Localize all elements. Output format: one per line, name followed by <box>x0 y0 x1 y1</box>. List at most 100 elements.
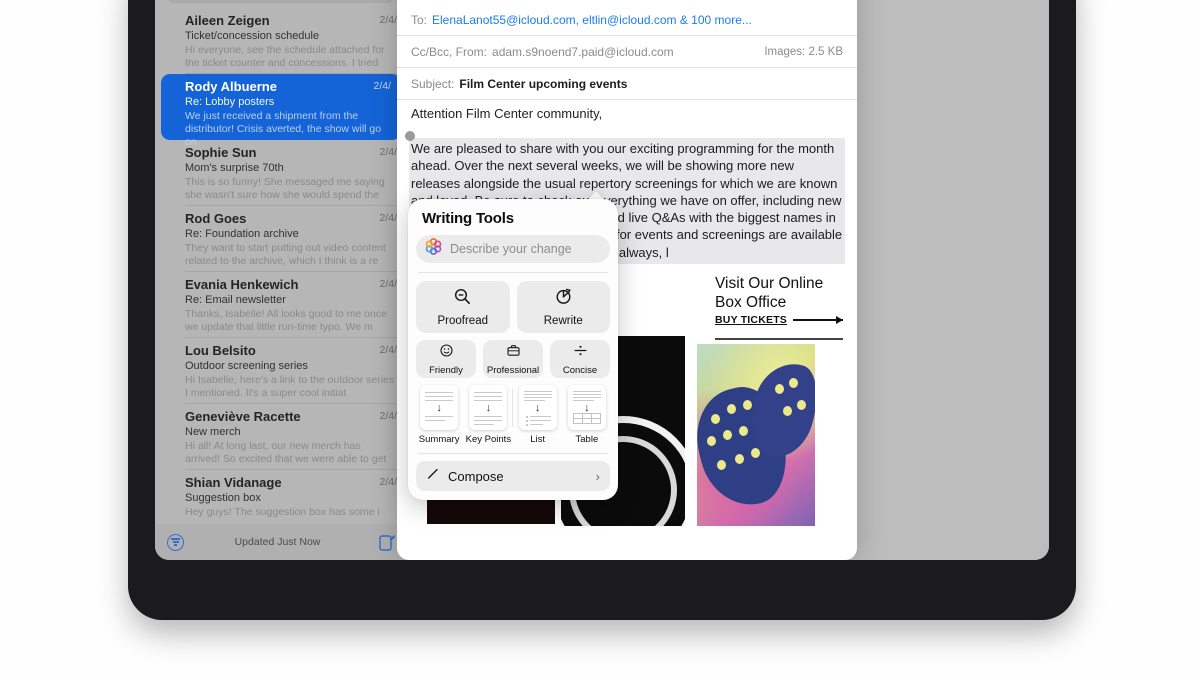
concise-label: Concise <box>562 364 598 376</box>
message-sender: Lou Belsito <box>185 343 256 358</box>
images-size: 2.5 KB <box>808 45 843 58</box>
list-item[interactable]: Sophie Sun 2/4/Mom's surprise 70th This is… <box>155 140 407 206</box>
message-subject: Mom's surprise 70th <box>185 162 284 174</box>
message-preview: Hey guys! The suggestion box has some i <box>185 506 380 518</box>
rewrite-button[interactable]: Rewrite <box>516 281 610 333</box>
describe-change-placeholder: Describe your change <box>450 242 572 256</box>
list-item[interactable]: Evania Henkewich 2/4/Re: Email newsletter… <box>155 272 407 338</box>
magnifier-minus-icon <box>453 287 472 311</box>
message-rows: Aileen Zeigen 2/4/Ticket/concession sched… <box>155 8 407 536</box>
message-preview: Hi all! At long last, our new merch has … <box>185 440 387 465</box>
message-subject: Re: Email newsletter <box>185 294 286 306</box>
list-document-icon: ↓ <box>518 385 557 430</box>
home-indicator <box>487 547 717 552</box>
message-date: 2/4/ <box>379 476 397 488</box>
images-size-label: Images: 2.5 KB <box>764 46 843 58</box>
key-points-button[interactable]: ↓ Key Points <box>465 385 511 445</box>
division-sign-icon <box>573 343 588 363</box>
message-preview: This is so funny! She messaged me saying… <box>185 176 385 201</box>
summary-label: Summary <box>418 434 460 445</box>
sync-status-text: Updated Just Now <box>234 536 321 548</box>
writing-tools-title: Writing Tools <box>422 210 514 227</box>
briefcase-icon <box>506 343 521 363</box>
format-row: ↓ Summary ↓ Key Points ↓ List ↓ Table <box>416 385 610 445</box>
message-date: 2/4/ <box>379 212 397 224</box>
message-date: 2/4/ <box>379 14 397 26</box>
divider <box>715 338 843 340</box>
compose-label: Compose <box>448 468 504 484</box>
ccbcc-from-field[interactable]: Cc/Bcc, From: adam.s9noend7.paid@icloud.… <box>397 36 857 68</box>
message-sender: Sophie Sun <box>185 145 257 160</box>
message-subject: Outdoor screening series <box>185 360 308 372</box>
professional-button[interactable]: Professional <box>483 340 543 378</box>
buy-tickets-link[interactable]: BUY TICKETS <box>715 314 843 326</box>
message-sender: Geneviève Racette <box>185 409 301 424</box>
to-recipients: ElenaLanot55@icloud.com, eltlin@icloud.c… <box>432 12 752 27</box>
images-label: Images: <box>764 45 806 58</box>
apple-intelligence-icon <box>425 238 442 260</box>
subject-field[interactable]: Subject: Film Center upcoming events <box>397 68 857 100</box>
ipad-device-frame: Inbox ⚲ Search Aileen Zeigen2/4/Ticket/c… <box>128 0 1076 620</box>
message-sender: Rody Albuerne <box>185 79 277 94</box>
subject-value: Film Center upcoming events <box>459 76 628 91</box>
list-item[interactable]: Lou Belsito 2/4/Outdoor screening series H… <box>155 338 407 404</box>
message-preview: Hi Isabelle, here's a link to the outdoo… <box>185 374 395 399</box>
message-preview: They want to start putting out video con… <box>185 242 386 267</box>
ipad-screen: Inbox ⚲ Search Aileen Zeigen2/4/Ticket/c… <box>155 0 1049 560</box>
to-field[interactable]: To: ElenaLanot55@icloud.com, eltlin@iclo… <box>397 4 857 36</box>
message-date: 2/4/ <box>379 410 397 422</box>
to-label: To: <box>411 12 428 27</box>
subject-label: Subject: <box>411 76 455 91</box>
friendly-label: Friendly <box>429 364 463 376</box>
describe-change-input[interactable]: Describe your change <box>416 235 610 263</box>
screenshot-stage: Inbox ⚲ Search Aileen Zeigen2/4/Ticket/c… <box>0 0 1200 675</box>
friendly-button[interactable]: Friendly <box>416 340 476 378</box>
message-sender: Evania Henkewich <box>185 277 299 292</box>
rewrite-clock-icon <box>554 287 573 311</box>
list-item[interactable]: Rody Albuerne 2/4/Re: Lobby posters We jus… <box>161 74 401 148</box>
butterfly-poster <box>697 344 815 526</box>
list-label: List <box>530 434 546 445</box>
tone-row: Friendly Professional Concise <box>416 340 610 378</box>
divider <box>512 389 513 427</box>
email-greeting: Attention Film Center community, <box>411 106 603 121</box>
list-item[interactable]: Geneviève Racette 2/4/New merch Hi all! At… <box>155 404 407 470</box>
message-subject: Suggestion box <box>185 492 261 504</box>
arrow-right-icon <box>793 316 843 324</box>
message-subject: Re: Foundation archive <box>185 228 299 240</box>
concise-button[interactable]: Concise <box>550 340 610 378</box>
list-button[interactable]: ↓ List <box>515 385 561 445</box>
box-office-title: Visit Our Online Box Office <box>715 275 824 311</box>
new-message-icon[interactable] <box>379 533 395 551</box>
table-label: Table <box>575 434 599 445</box>
ccbcc-from-label: Cc/Bcc, From: <box>411 44 488 59</box>
search-input[interactable]: ⚲ Search <box>167 0 395 3</box>
proofread-button[interactable]: Proofread <box>416 281 510 333</box>
list-item[interactable]: Aileen Zeigen 2/4/Ticket/concession sched… <box>155 8 407 74</box>
message-sender: Aileen Zeigen <box>185 13 270 28</box>
divider <box>418 453 608 454</box>
compose-button[interactable]: Compose › <box>416 461 610 491</box>
message-sender: Rod Goes <box>185 211 247 226</box>
buy-tickets-label: BUY TICKETS <box>715 314 788 326</box>
key-points-label: Key Points <box>465 434 512 445</box>
message-date: 2/4/ <box>373 80 391 92</box>
professional-label: Professional <box>486 364 540 376</box>
writing-tools-popover: Writing Tools Describe your change Proof… <box>408 199 618 500</box>
list-item[interactable]: Rod Goes 2/4/Re: Foundation archive They w… <box>155 206 407 272</box>
message-preview: Hi everyone, see the schedule attached f… <box>185 44 385 69</box>
writing-actions-row: Proofread Rewrite <box>416 281 610 333</box>
message-subject: Ticket/concession schedule <box>185 30 320 42</box>
message-sender: Shian Vidanage <box>185 475 282 490</box>
summary-document-icon: ↓ <box>420 385 459 430</box>
chevron-right-icon: › <box>595 468 600 484</box>
pencil-icon <box>426 467 440 486</box>
summary-button[interactable]: ↓ Summary <box>416 385 462 445</box>
key-points-document-icon: ↓ <box>469 385 508 430</box>
message-date: 2/4/ <box>379 278 397 290</box>
message-date: 2/4/ <box>379 146 397 158</box>
message-preview: Thanks, Isabelle! All looks good to me o… <box>185 308 387 333</box>
message-subject: New merch <box>185 426 241 438</box>
table-button[interactable]: ↓ Table <box>564 385 610 445</box>
proofread-label: Proofread <box>437 315 488 327</box>
